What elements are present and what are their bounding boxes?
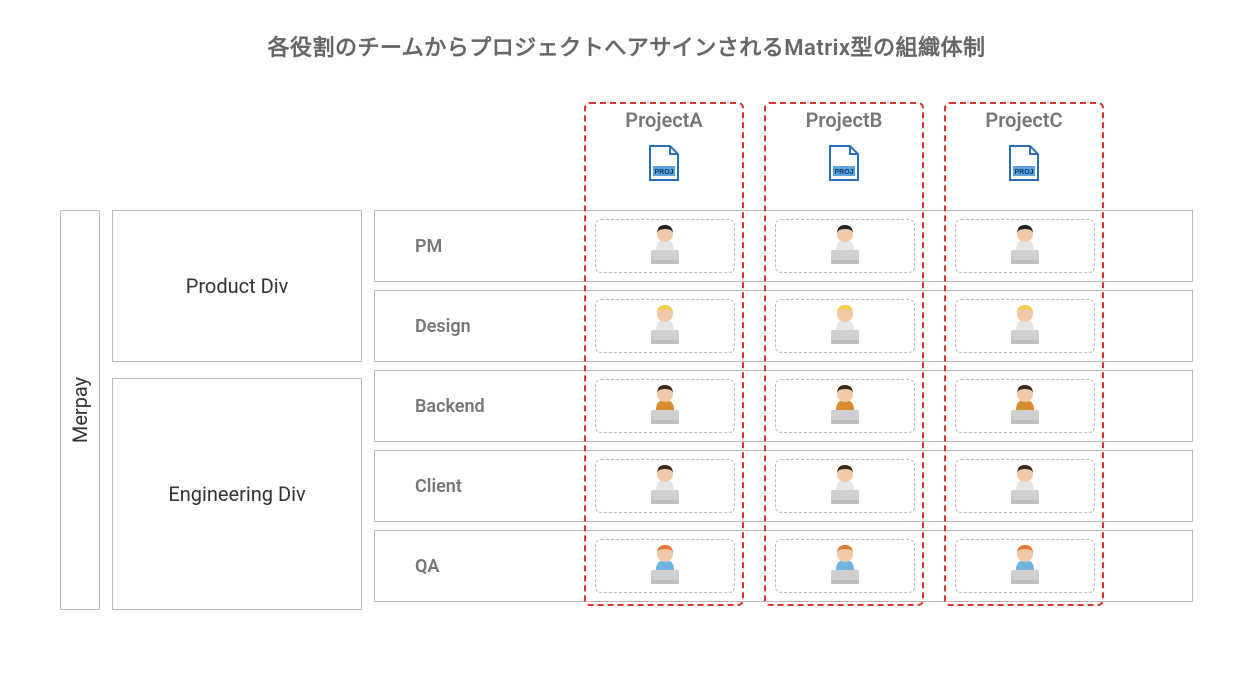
assignment-slot (775, 299, 915, 353)
assignment-cell (575, 459, 755, 513)
role-rows: PM Design (374, 210, 1193, 602)
assignment-slot (775, 539, 915, 593)
project-label: ProjectB (754, 108, 934, 132)
role-label: Design (375, 316, 575, 337)
person-icon (1002, 222, 1048, 270)
person-icon (642, 542, 688, 590)
projects-header: ProjectA PROJ ProjectB PROJ ProjectC PRO… (374, 102, 1193, 210)
division-box: Product Div (112, 210, 362, 362)
person-icon (822, 462, 868, 510)
role-cells (575, 299, 1115, 353)
assignment-slot (595, 219, 735, 273)
person-icon (1002, 462, 1048, 510)
role-row: QA (374, 530, 1193, 602)
assignment-cell (575, 299, 755, 353)
assignment-slot (955, 219, 1095, 273)
assignment-cell (935, 219, 1115, 273)
role-label: PM (375, 236, 575, 257)
division-box: Engineering Div (112, 378, 362, 610)
project-file-icon: PROJ (822, 144, 866, 188)
assignment-slot (775, 219, 915, 273)
assignment-cell (575, 539, 755, 593)
role-row: Client (374, 450, 1193, 522)
person-icon (642, 302, 688, 350)
assignment-slot (775, 379, 915, 433)
project-label: ProjectA (574, 108, 754, 132)
rows-column: ProjectA PROJ ProjectB PROJ ProjectC PRO… (374, 102, 1193, 610)
assignment-cell (755, 539, 935, 593)
person-icon (642, 222, 688, 270)
assignment-slot (595, 299, 735, 353)
assignment-slot (955, 539, 1095, 593)
assignment-cell (755, 219, 935, 273)
role-cells (575, 539, 1115, 593)
person-icon (1002, 382, 1048, 430)
diagram-title: 各役割のチームからプロジェクトへアサインされるMatrix型の組織体制 (60, 30, 1193, 62)
role-row: PM (374, 210, 1193, 282)
project-file-icon: PROJ (642, 144, 686, 188)
assignment-cell (755, 459, 935, 513)
assignment-slot (955, 299, 1095, 353)
assignment-slot (955, 379, 1095, 433)
role-row: Backend (374, 370, 1193, 442)
assignment-cell (935, 459, 1115, 513)
divisions-column: Product Div Engineering Div (112, 210, 362, 610)
company-label: Merpay (68, 377, 92, 443)
project-header: ProjectB PROJ (754, 102, 934, 210)
person-icon (1002, 302, 1048, 350)
assignment-cell (755, 379, 935, 433)
svg-text:PROJ: PROJ (654, 169, 673, 176)
assignment-slot (595, 379, 735, 433)
role-label: QA (375, 556, 575, 577)
assignment-slot (595, 539, 735, 593)
person-icon (822, 222, 868, 270)
assignment-cell (575, 379, 755, 433)
role-row: Design (374, 290, 1193, 362)
project-header: ProjectA PROJ (574, 102, 754, 210)
person-icon (642, 462, 688, 510)
person-icon (642, 382, 688, 430)
diagram-layout: Merpay Product Div Engineering Div Projec… (60, 102, 1193, 610)
assignment-slot (775, 459, 915, 513)
assignment-slot (955, 459, 1095, 513)
svg-text:PROJ: PROJ (834, 169, 853, 176)
assignment-cell (935, 379, 1115, 433)
project-label: ProjectC (934, 108, 1114, 132)
assignment-cell (935, 539, 1115, 593)
project-file-icon: PROJ (1002, 144, 1046, 188)
assignment-cell (755, 299, 935, 353)
company-column: Merpay (60, 210, 100, 610)
person-icon (1002, 542, 1048, 590)
person-icon (822, 302, 868, 350)
role-cells (575, 459, 1115, 513)
assignment-slot (595, 459, 735, 513)
assignment-cell (575, 219, 755, 273)
person-icon (822, 542, 868, 590)
role-cells (575, 379, 1115, 433)
assignment-cell (935, 299, 1115, 353)
role-label: Client (375, 476, 575, 497)
project-header: ProjectC PROJ (934, 102, 1114, 210)
role-cells (575, 219, 1115, 273)
svg-text:PROJ: PROJ (1014, 169, 1033, 176)
role-label: Backend (375, 396, 575, 417)
person-icon (822, 382, 868, 430)
